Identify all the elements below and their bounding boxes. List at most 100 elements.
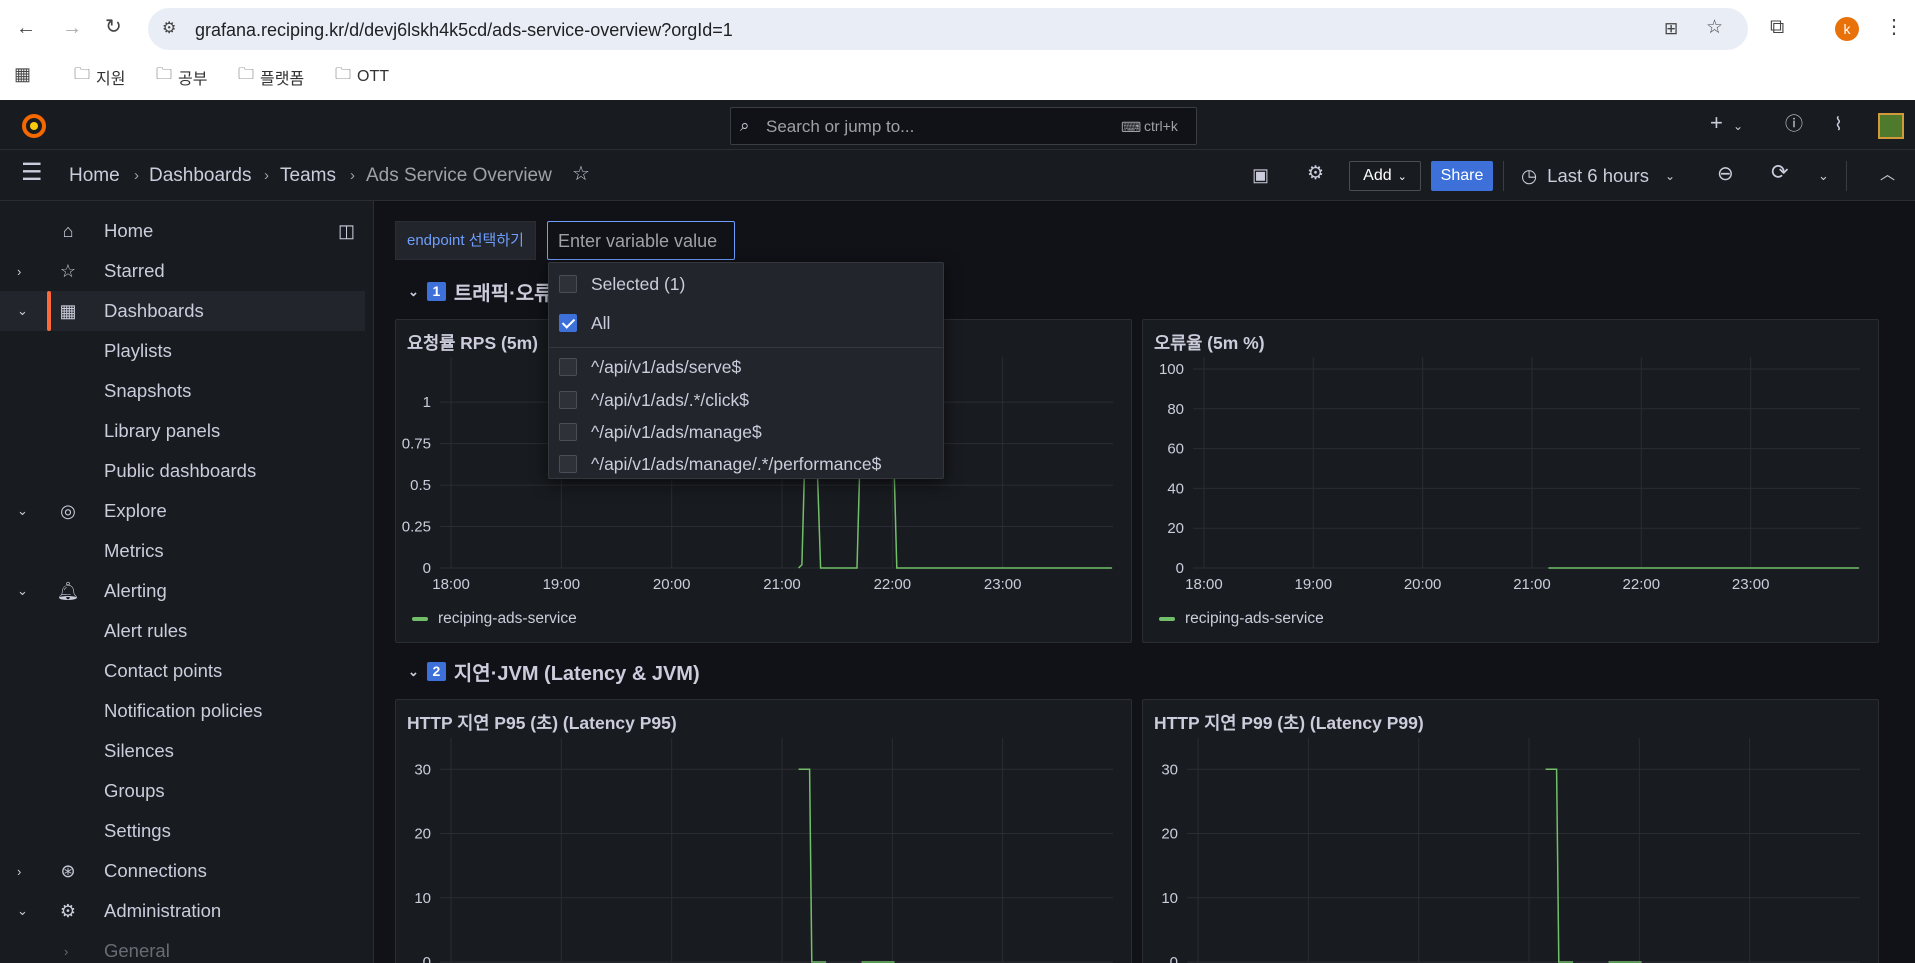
sidebar-item-notification-policies[interactable]: Notification policies — [0, 691, 365, 731]
bookmark-folder[interactable]: 🗀 지원 — [74, 63, 125, 90]
sidebar-item-public-dashboards[interactable]: Public dashboards — [0, 451, 365, 491]
option-all[interactable]: All — [559, 310, 610, 336]
sidebar-item-playlists[interactable]: Playlists — [0, 331, 365, 371]
checkbox[interactable] — [559, 275, 577, 293]
checkbox[interactable] — [559, 423, 577, 441]
bookmark-folder[interactable]: 🗀 OTT — [335, 63, 389, 90]
folder-icon: 🗀 — [238, 66, 255, 83]
share-button[interactable]: Share — [1431, 161, 1493, 191]
sidebar-item-connections[interactable]: › ⊛ Connections — [0, 851, 365, 891]
y-tick-label: 0 — [1170, 954, 1178, 963]
breadcrumb-dashboards[interactable]: Dashboards — [149, 165, 251, 187]
sidebar-item-groups[interactable]: Groups — [0, 771, 365, 811]
translate-icon[interactable]: ⊞ — [1664, 19, 1678, 39]
folder-icon: 🗀 — [156, 66, 173, 83]
y-tick-label: 0 — [423, 954, 431, 963]
checkbox[interactable] — [559, 455, 577, 473]
reload-icon[interactable]: ↻ — [105, 17, 122, 37]
sidebar-item-metrics[interactable]: Metrics — [0, 531, 365, 571]
panel-error-rate[interactable]: 오류율 (5m %) 0 20 40 60 80 100 18:00 19:00 20:00 21… — [1142, 319, 1879, 643]
compass-icon: ◎ — [60, 500, 76, 521]
menu-hamburger-icon[interactable]: ☰ — [21, 161, 43, 185]
sidebar-item-starred[interactable]: › ☆ Starred — [0, 251, 365, 291]
site-info-icon[interactable]: ⚙ — [162, 19, 176, 39]
chevron-down-icon[interactable]: ⌄ — [1733, 116, 1743, 136]
grafana-logo-icon[interactable] — [20, 112, 48, 140]
sidebar-item-settings[interactable]: Settings — [0, 811, 365, 851]
selected-toggle[interactable]: Selected (1) — [559, 271, 685, 297]
checkbox[interactable] — [559, 391, 577, 409]
row-header-traffic[interactable]: ⌄ 1 트래픽·오류 — [408, 277, 553, 306]
option-endpoint[interactable]: ^/api/v1/ads/serve$ — [559, 354, 741, 380]
x-tick-label: 19:00 — [543, 576, 581, 593]
home-icon: ⌂ — [62, 220, 74, 241]
sidebar-item-snapshots[interactable]: Snapshots — [0, 371, 365, 411]
collapse-chevron-icon[interactable]: ︿ — [1880, 165, 1895, 185]
variable-options-dropdown: Selected (1) All ^/api/v1/ads/serve$ ^/a… — [548, 262, 944, 479]
search-input[interactable]: ⌕ Search or jump to... ⌨ ctrl+k — [730, 107, 1197, 145]
variable-label: endpoint 선택하기 — [395, 221, 536, 260]
back-icon[interactable]: ← — [16, 18, 36, 38]
panel-latency-p99[interactable]: HTTP 지연 P99 (초) (Latency P99) 0 10 20 30 — [1142, 699, 1879, 963]
option-endpoint[interactable]: ^/api/v1/ads/.*/click$ — [559, 387, 749, 413]
sidebar-item-alert-rules[interactable]: Alert rules — [0, 611, 365, 651]
panel-latency-p95[interactable]: HTTP 지연 P95 (초) (Latency P95) 0 10 20 30 — [395, 699, 1132, 963]
sidebar-item-alerting[interactable]: ⌄ 🔔︎ Alerting — [0, 571, 365, 611]
save-icon[interactable]: ▣ — [1252, 165, 1269, 185]
option-endpoint[interactable]: ^/api/v1/ads/manage/.*/performance$ — [559, 451, 881, 477]
star-icon: ☆ — [59, 260, 77, 281]
refresh-icon[interactable]: ⟳ — [1771, 162, 1789, 183]
gear-icon[interactable]: ⚙ — [1307, 164, 1324, 184]
apps-grid-icon[interactable]: ▦ — [14, 64, 31, 84]
time-picker[interactable]: ◷ Last 6 hours ⌄ — [1521, 161, 1675, 191]
sidebar-item-contact-points[interactable]: Contact points — [0, 651, 365, 691]
sidebar-item-silences[interactable]: Silences — [0, 731, 365, 771]
breadcrumb-home[interactable]: Home — [69, 165, 120, 187]
x-tick-label: 21:00 — [763, 576, 801, 593]
extensions-icon[interactable]: ⧉ — [1770, 17, 1784, 37]
x-tick-label: 23:00 — [1732, 576, 1770, 593]
star-icon[interactable]: ☆ — [572, 164, 590, 184]
x-tick-label: 21:00 — [1513, 576, 1551, 593]
connections-icon: ⊛ — [60, 860, 76, 881]
sidebar-item-general[interactable]: › General — [0, 931, 365, 963]
sidebar-item-library-panels[interactable]: Library panels — [0, 411, 365, 451]
bookmark-folder[interactable]: 🗀 공부 — [156, 63, 207, 90]
bookmark-folder[interactable]: 🗀 플랫폼 — [238, 63, 304, 90]
help-icon[interactable]: ⓘ — [1785, 114, 1803, 134]
x-tick-label: 18:00 — [432, 576, 470, 593]
chevron-down-icon[interactable]: ⌄ — [1818, 166, 1829, 186]
row-header-latency[interactable]: ⌄ 2 지연·JVM (Latency & JVM) — [408, 657, 700, 686]
clock-icon: ◷ — [1521, 165, 1538, 186]
variable-input[interactable]: Enter variable value — [547, 221, 735, 260]
chevron-down-icon: ⌄ — [1397, 170, 1407, 183]
address-bar[interactable]: ⚙ grafana.reciping.kr/d/devj6lskh4k5cd/a… — [148, 8, 1748, 50]
error-rate-chart: 0 20 40 60 80 100 18:00 19:00 20:00 21:00 22:00 23:… — [1159, 357, 1860, 593]
sidebar-item-dashboards[interactable]: ⌄ ▦ Dashboards — [0, 291, 365, 331]
legend-item[interactable]: reciping-ads-service — [1159, 610, 1324, 628]
plus-icon[interactable]: + — [1710, 112, 1723, 134]
y-tick-label: 20 — [1167, 520, 1184, 537]
bookmark-star-icon[interactable]: ☆ — [1706, 18, 1723, 38]
avatar[interactable]: k — [1835, 17, 1859, 41]
zoom-out-icon[interactable]: ⊖ — [1717, 164, 1734, 184]
sidebar-item-home[interactable]: ⌂ Home — [0, 211, 365, 251]
checkbox-checked[interactable] — [559, 314, 577, 332]
menu-dots-icon[interactable]: ⋮ — [1884, 17, 1904, 37]
add-button[interactable]: Add ⌄ — [1349, 161, 1421, 191]
latency-p99-chart: 0 10 20 30 — [1161, 738, 1860, 963]
legend-item[interactable]: reciping-ads-service — [412, 610, 577, 628]
keyboard-icon: ⌨ — [1121, 119, 1142, 135]
news-feed-icon[interactable]: ⌇ — [1834, 114, 1843, 134]
user-avatar[interactable] — [1878, 113, 1904, 139]
option-endpoint[interactable]: ^/api/v1/ads/manage$ — [559, 419, 762, 445]
forward-icon[interactable]: → — [62, 18, 82, 38]
sidebar-item-administration[interactable]: ⌄ ⚙ Administration — [0, 891, 365, 931]
checkbox[interactable] — [559, 358, 577, 376]
sidebar-item-explore[interactable]: ⌄ ◎ Explore — [0, 491, 365, 531]
breadcrumb-teams[interactable]: Teams — [280, 165, 336, 187]
chevron-down-icon: ⌄ — [1664, 169, 1676, 183]
y-tick-label: 30 — [1161, 761, 1178, 778]
y-tick-label: 20 — [414, 826, 431, 843]
x-tick-label: 22:00 — [874, 576, 912, 593]
